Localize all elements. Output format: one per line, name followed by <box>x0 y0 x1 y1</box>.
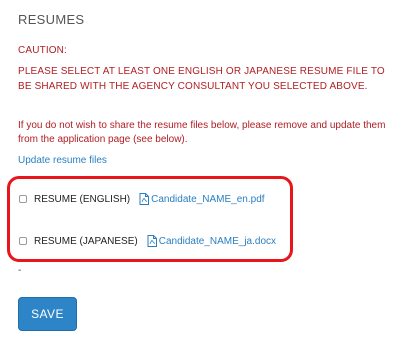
caution-message: CAUTION: PLEASE SELECT AT LEAST ONE ENGL… <box>18 43 388 94</box>
resume-english-checkbox[interactable] <box>19 195 27 203</box>
section-title: RESUMES <box>18 12 85 27</box>
resume-row-japanese: RESUME (JAPANESE) Candidate_NAME_ja.docx <box>19 233 276 249</box>
resume-english-label: RESUME (ENGLISH) <box>34 193 131 205</box>
pdf-file-icon <box>147 235 157 247</box>
update-resume-files-link[interactable]: Update resume files <box>18 155 107 166</box>
caution-body: PLEASE SELECT AT LEAST ONE ENGLISH OR JA… <box>18 66 385 92</box>
resume-highlight-box <box>7 176 293 262</box>
resume-japanese-checkbox[interactable] <box>19 237 27 245</box>
separator-dash: - <box>18 265 22 276</box>
resume-japanese-label: RESUME (JAPANESE) <box>34 235 138 247</box>
caution-heading: CAUTION: <box>18 45 67 56</box>
resume-japanese-file-link[interactable]: Candidate_NAME_ja.docx <box>159 236 276 247</box>
resume-english-file-link[interactable]: Candidate_NAME_en.pdf <box>151 194 264 205</box>
resume-row-english: RESUME (ENGLISH) Candidate_NAME_en.pdf <box>19 191 265 207</box>
save-button[interactable]: SAVE <box>18 297 77 331</box>
pdf-file-icon <box>139 193 150 205</box>
share-note: If you do not wish to share the resume f… <box>18 120 386 145</box>
